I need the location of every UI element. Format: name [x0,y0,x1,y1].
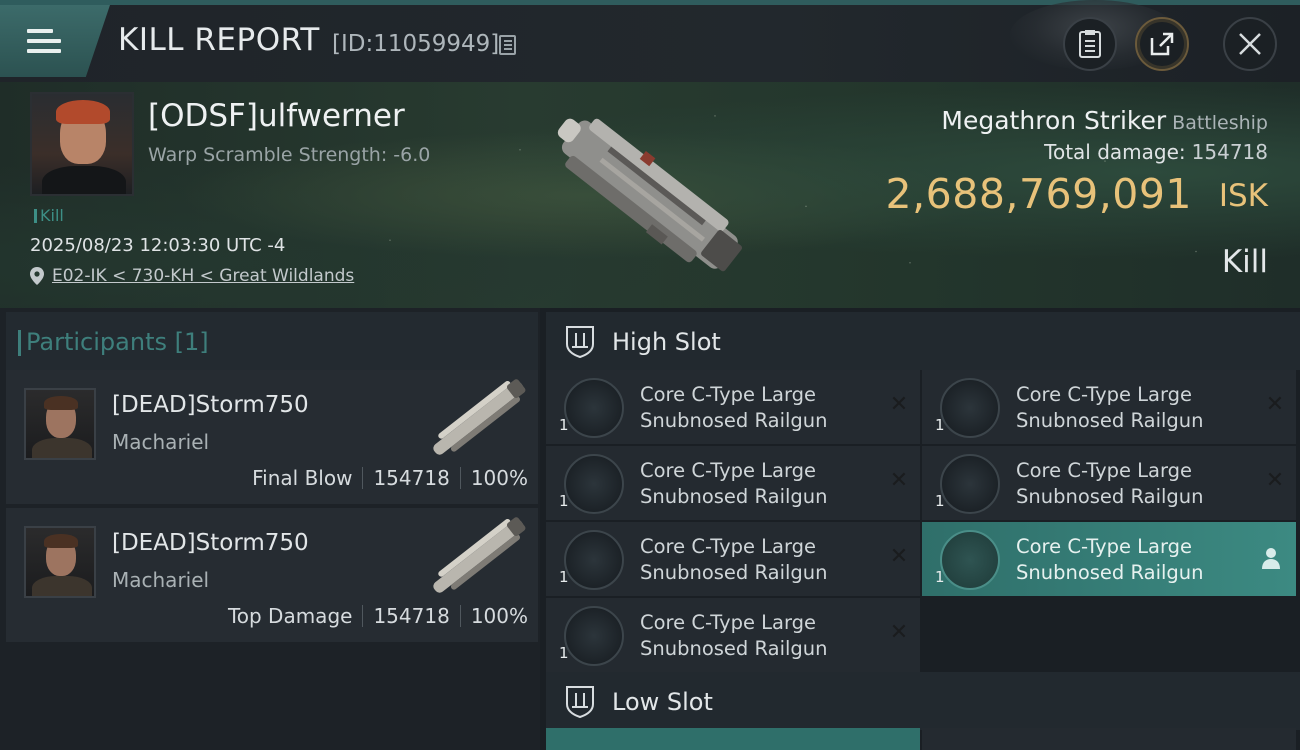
high-slot-header: High Slot [546,312,1300,370]
isk-unit: ISK [1218,178,1268,214]
participant-name: [DEAD]Storm750 [112,530,309,556]
victim-banner: [ODSF]ulfwerner Warp Scramble Strength: … [0,82,1300,308]
warp-scramble-strength: Warp Scramble Strength: -6.0 [148,144,431,166]
low-slot-icon [566,686,594,718]
module-item[interactable]: 1 Core C-Type Large Snubnosed Railgun ✕ [546,446,920,520]
module-quantity: 1 [935,568,945,586]
module-quantity: 1 [559,416,569,434]
participants-header: Participants [1] [6,312,538,370]
share-icon [1150,32,1174,56]
page-title: KILL REPORT [118,22,320,58]
participant-stats: Top Damage 154718 100% [228,604,528,628]
module-quantity: 1 [559,644,569,662]
module-item[interactable]: 1 Core C-Type Large Snubnosed Railgun ✕ [546,598,920,672]
avatar[interactable] [24,388,96,460]
module-name: Core C-Type Large Snubnosed Railgun [1016,459,1204,508]
avatar[interactable] [24,526,96,598]
module-item[interactable]: 1 Core C-Type Large Snubnosed Railgun ✕ [922,370,1296,444]
module-quantity: 1 [559,492,569,510]
railgun-icon [564,454,624,514]
railgun-icon [564,530,624,590]
low-slot-header: Low Slot [546,672,1300,730]
railgun-icon [940,454,1000,514]
railgun-icon [564,606,624,666]
participant-damage: 154718 [373,604,450,628]
railgun-icon [564,378,624,438]
victim-avatar[interactable] [30,92,134,196]
module-name: Core C-Type Large Snubnosed Railgun [640,459,828,508]
participant-percent: 100% [470,604,528,628]
participant-row[interactable]: [DEAD]Storm750 Machariel Top Damage 1547… [6,508,538,642]
participant-ship: Machariel [112,430,210,454]
module-quantity: 1 [935,492,945,510]
participant-role: Top Damage [227,604,353,628]
module-quantity: 1 [935,416,945,434]
participant-ship: Machariel [112,568,210,592]
module-name: Core C-Type Large Snubnosed Railgun [1016,535,1204,584]
close-icon [1239,33,1261,55]
participant-ship-icon [433,379,526,455]
low-slot-title: Low Slot [612,688,713,716]
kill-timestamp: 2025/08/23 12:03:30 UTC -4 [30,235,286,256]
kill-location[interactable]: E02-IK < 730-KH < Great Wildlands [30,266,354,286]
total-damage-value: 154718 [1191,140,1268,164]
destroyed-icon: ✕ [1265,392,1285,417]
share-button[interactable] [1135,17,1189,71]
menu-button[interactable] [0,5,110,77]
top-bar: KILL REPORT [ID:11059949] [0,0,1300,82]
ship-name: Megathron Striker [941,106,1167,135]
report-id: [ID:11059949] [332,31,500,57]
railgun-icon [940,530,1000,590]
copy-icon[interactable] [499,35,516,55]
destroyed-icon: ✕ [889,392,909,417]
fitting-panel: High Slot 1 Core C-Type Large Snubnosed R… [540,308,1300,750]
location-pin-icon [30,267,44,285]
high-slot-icon [566,326,594,358]
participant-damage: 154718 [373,466,450,490]
pilot-icon [1262,548,1280,569]
low-slot-item-partial[interactable] [546,728,920,750]
isk-value: 2,688,769,091 [885,170,1192,218]
ship-class: Battleship [1172,112,1268,134]
low-slot-item-partial[interactable] [922,728,1296,750]
module-quantity: 1 [559,568,569,586]
participant-row[interactable]: [DEAD]Storm750 Machariel Final Blow 1547… [6,370,538,504]
module-item[interactable]: 1 Core C-Type Large Snubnosed Railgun ✕ [922,446,1296,520]
module-name: Core C-Type Large Snubnosed Railgun [640,611,828,660]
victim-name[interactable]: [ODSF]ulfwerner [148,98,405,134]
railgun-icon [940,378,1000,438]
close-button[interactable] [1223,17,1277,71]
kill-tag: Kill [34,206,64,225]
module-name: Core C-Type Large Snubnosed Railgun [640,535,828,584]
hamburger-icon [27,29,61,59]
victim-ship-image [557,118,743,272]
participant-role: Final Blow [252,466,353,490]
location-link[interactable]: E02-IK < 730-KH < Great Wildlands [52,266,354,286]
total-damage-label: Total damage: [1044,140,1186,164]
destroyed-icon: ✕ [889,468,909,493]
module-item-dropped[interactable]: 1 Core C-Type Large Snubnosed Railgun [922,522,1296,596]
participants-title: Participants [1] [18,328,209,356]
participant-stats: Final Blow 154718 100% [252,466,528,490]
destroyed-icon: ✕ [1265,468,1285,493]
total-damage: Total damage: 154718 [1044,140,1268,164]
destroyed-icon: ✕ [889,544,909,569]
module-item[interactable]: 1 Core C-Type Large Snubnosed Railgun ✕ [546,370,920,444]
result-label: Kill [1221,244,1268,280]
participant-name: [DEAD]Storm750 [112,392,309,418]
participant-percent: 100% [470,466,528,490]
participants-panel: Participants [1] [DEAD]Storm750 Macharie… [0,308,540,750]
destroyed-icon: ✕ [889,620,909,645]
clipboard-icon [1079,30,1101,58]
module-name: Core C-Type Large Snubnosed Railgun [1016,383,1204,432]
clipboard-button[interactable] [1063,17,1117,71]
module-item[interactable]: 1 Core C-Type Large Snubnosed Railgun ✕ [546,522,920,596]
victim-ship[interactable]: Megathron Striker Battleship [941,106,1268,135]
high-slot-title: High Slot [612,328,721,356]
participant-ship-icon [433,517,526,593]
module-name: Core C-Type Large Snubnosed Railgun [640,383,828,432]
